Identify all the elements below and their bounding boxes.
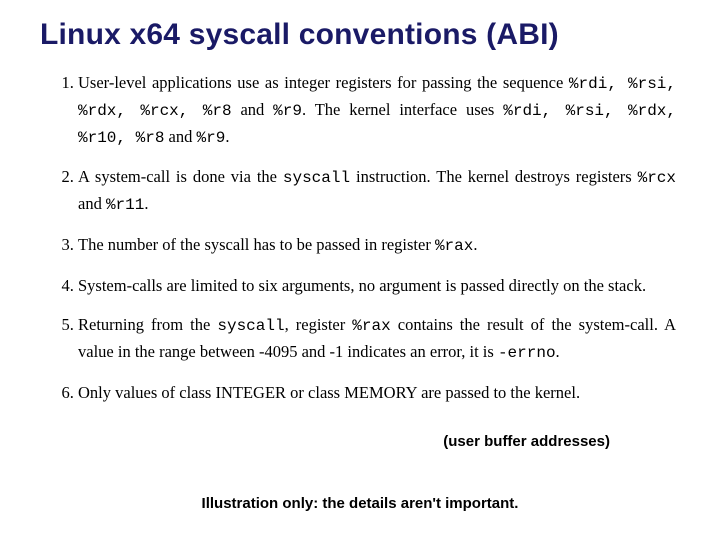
list-item: A system-call is done via the syscall in…: [78, 164, 680, 218]
list-item: The number of the syscall has to be pass…: [78, 232, 680, 259]
code-text: %r9: [197, 129, 226, 147]
text: A system-call is done via the: [78, 167, 283, 186]
text: and: [164, 127, 196, 146]
text: .: [556, 342, 560, 361]
slide-title: Linux x64 syscall conventions (ABI): [40, 18, 680, 52]
code-text: %r9: [273, 102, 302, 120]
text: , register: [285, 315, 353, 334]
list-item: User-level applications use as integer r…: [78, 70, 680, 150]
text: and: [78, 194, 106, 213]
list-item: Returning from the syscall, register %ra…: [78, 312, 680, 366]
code-text: syscall: [283, 169, 350, 187]
text: .: [473, 235, 477, 254]
code-text: %rax: [352, 317, 390, 335]
code-text: %rax: [435, 237, 473, 255]
text: and: [232, 100, 274, 119]
bullet-list: User-level applications use as integer r…: [40, 70, 680, 406]
text: System-calls are limited to six argument…: [78, 276, 646, 295]
code-text: syscall: [217, 317, 284, 335]
text: instruction. The kernel destroys registe…: [350, 167, 638, 186]
list-item: System-calls are limited to six argument…: [78, 273, 680, 299]
text: .: [225, 127, 229, 146]
list-item: Only values of class INTEGER or class ME…: [78, 380, 680, 406]
text: The number of the syscall has to be pass…: [78, 235, 435, 254]
text: Returning from the: [78, 315, 217, 334]
caption-text: Illustration only: the details aren't im…: [0, 495, 720, 512]
text: . The kernel interface uses: [302, 100, 503, 119]
text: User-level applications use as integer r…: [78, 73, 569, 92]
text: .: [144, 194, 148, 213]
code-text: %r11: [106, 196, 144, 214]
code-text: %rcx: [638, 169, 676, 187]
text: Only values of class INTEGER or class ME…: [78, 383, 580, 402]
annotation-text: (user buffer addresses): [443, 433, 610, 450]
code-text: -errno: [498, 344, 556, 362]
